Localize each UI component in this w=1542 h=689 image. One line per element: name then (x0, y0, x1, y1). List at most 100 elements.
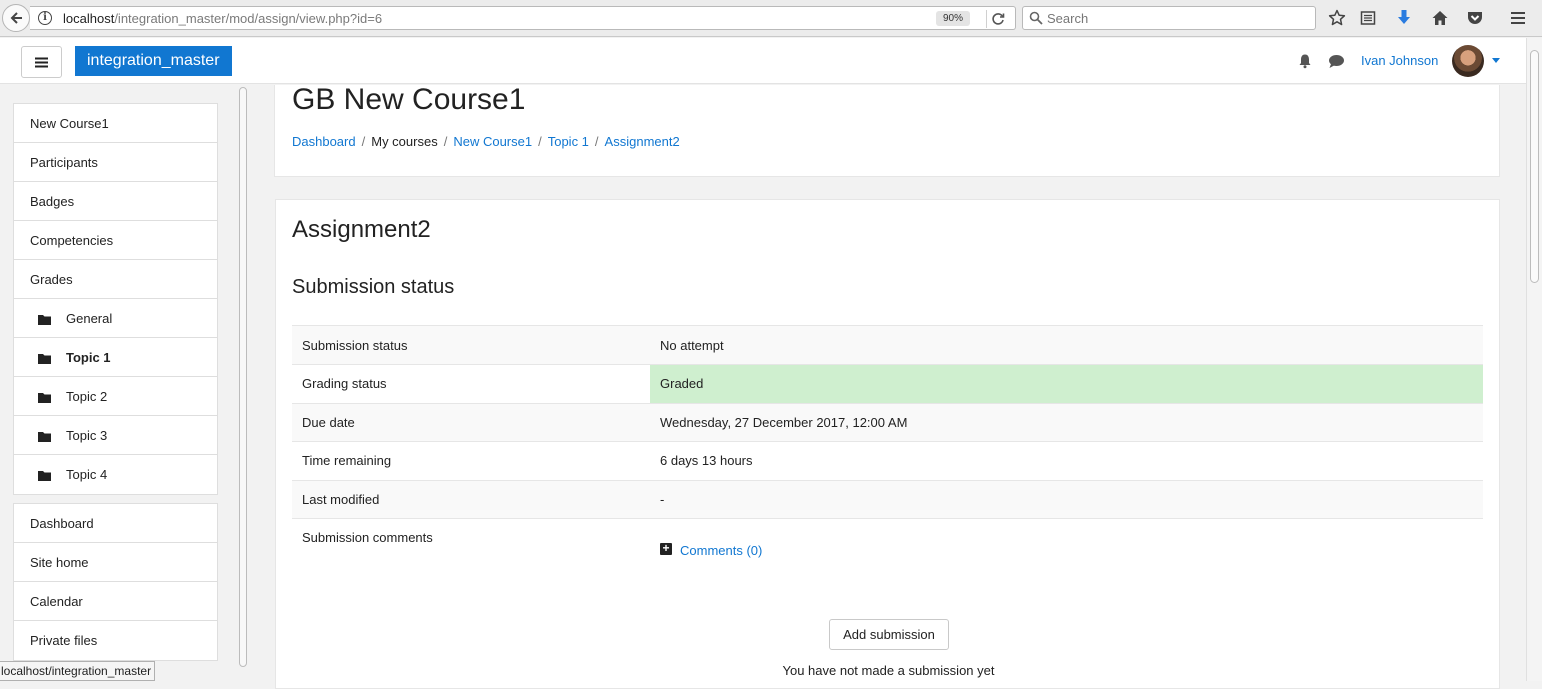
status-row-time-remaining: Time remaining 6 days 13 hours (292, 441, 1483, 480)
comments-toggle[interactable]: + Comments (0) (650, 519, 1483, 558)
reading-list-icon[interactable] (1358, 8, 1378, 28)
status-row-label: Due date (302, 414, 355, 430)
zoom-level-badge[interactable]: 90% (936, 11, 970, 26)
breadcrumb-separator: / (361, 134, 366, 149)
nav-item-competencies[interactable]: Competencies (14, 221, 217, 260)
nav-item-private-files[interactable]: Private files (14, 621, 217, 660)
nav-item-label: Grades (30, 271, 73, 287)
status-row-submission-comments: Submission comments + Comments (0) (292, 518, 1483, 578)
breadcrumb-new-course1[interactable]: New Course1 (453, 134, 532, 149)
folder-icon (38, 352, 51, 364)
nav-item-label: Participants (30, 154, 98, 170)
back-arrow-icon[interactable] (2, 4, 30, 32)
status-row-grading-status: Grading status Graded (292, 364, 1483, 403)
nav-item-participants[interactable]: Participants (14, 143, 217, 182)
page-scrollbar-thumb[interactable] (1530, 50, 1539, 283)
status-row-label: Submission status (302, 337, 408, 353)
reload-icon[interactable] (986, 10, 1005, 28)
nav-item-label: Private files (30, 633, 98, 648)
nav-item-label: Topic 2 (66, 388, 108, 404)
hamburger-icon (35, 57, 48, 67)
messages-icon[interactable] (1328, 54, 1345, 69)
drawer-toggle-button[interactable] (21, 46, 62, 78)
home-icon[interactable] (1430, 8, 1450, 28)
status-row-value: - (650, 480, 1483, 519)
browser-menu-icon[interactable] (1508, 8, 1528, 28)
nav-item-topic-1[interactable]: Topic 1 (14, 338, 217, 377)
browser-toolbar: i localhost/integration_master/mod/assig… (0, 0, 1542, 37)
url-bar[interactable]: i localhost/integration_master/mod/assig… (30, 6, 1016, 30)
course-title: GB New Course1 (292, 83, 526, 116)
status-row-value: No attempt (650, 326, 1483, 364)
course-nav-block: New Course1 Participants Badges Competencie… (13, 103, 218, 495)
page-header: GB New Course1 Dashboard / My courses / New … (274, 83, 1500, 177)
breadcrumb-my-courses: My courses (371, 134, 438, 149)
breadcrumb: Dashboard / My courses / New Course1 / Topic 1… (292, 134, 680, 149)
folder-icon (38, 430, 51, 442)
status-row-value: Wednesday, 27 December 2017, 12:00 AM (650, 403, 1483, 442)
drawer-scrollbar[interactable] (236, 85, 250, 681)
assignment-title: Assignment2 (292, 216, 431, 243)
nav-item-dashboard[interactable]: Dashboard (14, 504, 217, 543)
status-bar-url: localhost/integration_master (0, 661, 156, 681)
submission-status-table: Submission status No attempt Grading statu… (292, 325, 1483, 578)
caret-down-icon[interactable] (1492, 58, 1500, 63)
comments-link[interactable]: Comments (0) (680, 543, 762, 558)
add-submission-button[interactable]: Add submission (829, 619, 949, 650)
nav-item-label: Calendar (30, 593, 83, 609)
nav-item-badges[interactable]: Badges (14, 182, 217, 221)
breadcrumb-dashboard[interactable]: Dashboard (292, 134, 356, 149)
nav-item-label: General (66, 310, 113, 326)
site-nav-block: Dashboard Site home Calendar Private files (13, 503, 218, 661)
status-row-label: Last modified (302, 492, 380, 508)
status-row-label: Grading status (302, 376, 387, 392)
status-row-label: Submission comments (302, 530, 433, 546)
status-row-label: Time remaining (302, 453, 392, 469)
info-icon[interactable]: i (38, 11, 52, 25)
nav-item-new-course1[interactable]: New Course1 (14, 104, 217, 143)
user-menu-name[interactable]: Ivan Johnson (1361, 53, 1438, 68)
bookmark-star-icon[interactable] (1327, 8, 1347, 28)
nav-item-grades[interactable]: Grades (14, 260, 217, 299)
breadcrumb-separator: / (594, 134, 599, 149)
plus-square-icon[interactable]: + (660, 542, 672, 556)
nav-item-calendar[interactable]: Calendar (14, 582, 217, 621)
status-row-value: 6 days 13 hours (660, 453, 753, 469)
nav-item-label: Topic 3 (66, 427, 108, 443)
site-brand-link[interactable]: integration_master (75, 46, 232, 76)
nav-item-label: Badges (30, 193, 75, 209)
folder-icon (38, 391, 51, 403)
nav-item-label: Site home (30, 554, 89, 570)
notification-bell-icon[interactable] (1297, 53, 1313, 69)
download-icon[interactable] (1394, 8, 1414, 28)
nav-item-label: Topic 4 (66, 467, 108, 482)
page-scrollbar[interactable] (1526, 38, 1542, 681)
url-text[interactable]: localhost/integration_master/mod/assign/… (63, 11, 382, 26)
browser-search-input[interactable]: Search (1022, 6, 1316, 30)
nav-drawer: New Course1 Participants Badges Competencie… (0, 85, 236, 681)
search-placeholder: Search (1047, 11, 1089, 26)
nav-item-topic-3[interactable]: Topic 3 (14, 416, 217, 455)
nav-item-label: Dashboard (30, 515, 94, 531)
status-row-last-modified: Last modified - (292, 479, 1483, 519)
breadcrumb-assignment2[interactable]: Assignment2 (605, 134, 680, 149)
status-row-value: Graded (650, 365, 1483, 403)
breadcrumb-topic-1[interactable]: Topic 1 (548, 134, 589, 149)
submission-status-heading: Submission status (292, 276, 455, 298)
nav-item-topic-2[interactable]: Topic 2 (14, 377, 217, 416)
site-navbar: integration_master Ivan Johnson (0, 38, 1526, 84)
user-avatar[interactable] (1452, 45, 1484, 77)
breadcrumb-separator: / (443, 134, 448, 149)
folder-icon (38, 469, 51, 481)
nav-item-label: Competencies (30, 232, 114, 248)
nav-item-label: New Course1 (30, 115, 109, 131)
nav-item-topic-4[interactable]: Topic 4 (14, 455, 217, 494)
nav-item-general[interactable]: General (14, 299, 217, 338)
no-submission-text: You have not made a submission yet (782, 663, 995, 678)
nav-item-label: Topic 1 (66, 349, 111, 365)
breadcrumb-separator: / (538, 134, 542, 149)
nav-item-site-home[interactable]: Site home (14, 543, 217, 582)
pocket-icon[interactable] (1465, 8, 1485, 28)
folder-icon (38, 313, 51, 325)
drawer-scrollbar-thumb[interactable] (239, 87, 247, 667)
